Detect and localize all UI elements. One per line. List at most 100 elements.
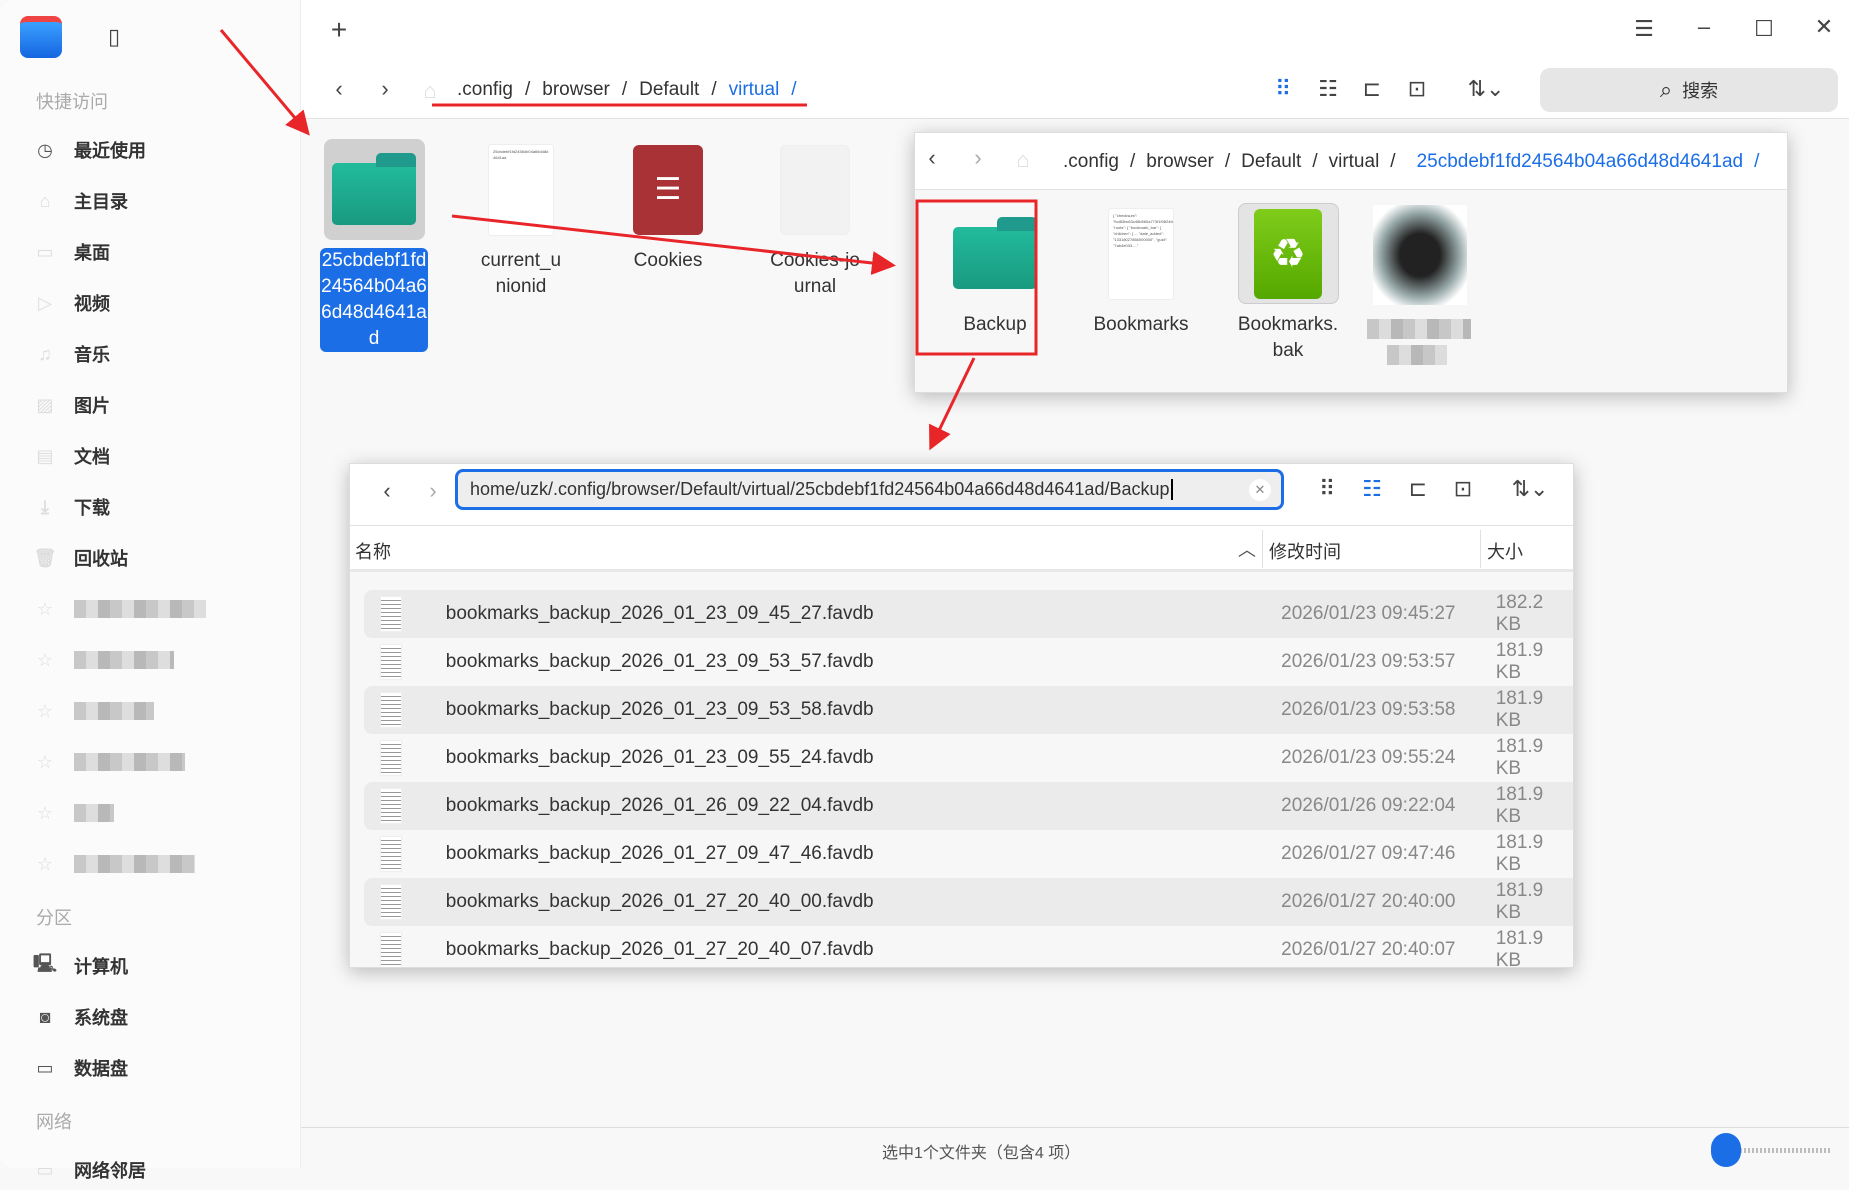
- sidebar-item-downloads[interactable]: ⤓ 下载: [34, 487, 110, 527]
- tree-view-button[interactable]: ⊏: [1403, 476, 1433, 502]
- crumb-config[interactable]: .config: [457, 79, 513, 101]
- grid-item-bookmarks[interactable]: { "checksum": "fcd83bc63c48b560a773f1f08…: [1076, 203, 1206, 338]
- star-icon: ☆: [36, 598, 54, 619]
- grid-item-folder[interactable]: 25cbdebf1fd24564b04a66d48d4641ad: [309, 139, 439, 352]
- crumb-browser[interactable]: browser: [1146, 151, 1214, 173]
- file-row[interactable]: bookmarks_backup_2026_01_27_20_40_07.fav…: [364, 926, 1573, 968]
- sidebar-bookmark[interactable]: ☆: [34, 844, 195, 884]
- sidebar-item-pictures[interactable]: ▨ 图片: [34, 385, 110, 425]
- folder-icon: [945, 203, 1046, 304]
- status-text: 选中1个文件夹（包含4 项）: [882, 1145, 1081, 1162]
- sidebar-toggle-icon[interactable]: ▯: [99, 24, 129, 50]
- file-name: current_unionid: [480, 250, 562, 297]
- file-name: bookmarks_backup_2026_01_23_09_53_58.fav…: [445, 699, 874, 720]
- sort-ascending-icon[interactable]: ︿: [1238, 536, 1256, 562]
- menu-icon[interactable]: ☰: [1629, 16, 1659, 42]
- file-name: bookmarks_backup_2026_01_26_09_22_04.fav…: [445, 795, 874, 816]
- slider-handle[interactable]: [1710, 1133, 1741, 1167]
- list-view-button[interactable]: ☷: [1357, 476, 1387, 502]
- crumb-sep: /: [621, 79, 628, 100]
- sidebar-item-computer[interactable]: 🖳 计算机: [33, 946, 128, 986]
- new-tab-button[interactable]: +: [324, 14, 354, 46]
- sort-button[interactable]: ⇅⌄: [1461, 76, 1511, 102]
- sidebar-item-music[interactable]: ♫ 音乐: [34, 334, 110, 374]
- file-row[interactable]: bookmarks_backup_2026_01_23_09_53_58.fav…: [364, 686, 1573, 734]
- crumb-default[interactable]: Default: [639, 79, 699, 101]
- file-row[interactable]: bookmarks_backup_2026_01_26_09_22_04.fav…: [364, 782, 1573, 830]
- file-size: 181.9 KB: [1495, 688, 1544, 731]
- back-button[interactable]: ‹: [917, 145, 947, 171]
- sidebar-item-documents[interactable]: ▤ 文档: [34, 436, 110, 476]
- home-icon[interactable]: ⌂: [415, 78, 445, 104]
- file-row[interactable]: bookmarks_backup_2026_01_23_09_45_27.fav…: [364, 590, 1573, 638]
- back-button[interactable]: ‹: [324, 76, 354, 102]
- minimize-icon[interactable]: –: [1689, 14, 1719, 40]
- file-icon: [380, 692, 402, 728]
- system-disk-icon: ◙: [39, 1006, 51, 1027]
- file-size: 181.9 KB: [1495, 928, 1544, 968]
- sidebar-item-data-disk[interactable]: ▭ 数据盘: [34, 1048, 128, 1088]
- file-row[interactable]: bookmarks_backup_2026_01_23_09_53_57.fav…: [364, 638, 1573, 686]
- list-view-button[interactable]: ☷: [1313, 76, 1343, 102]
- file-icon: [380, 836, 402, 872]
- forward-button[interactable]: ›: [963, 145, 993, 171]
- sidebar-item-home[interactable]: ⌂ 主目录: [34, 181, 128, 221]
- text-file-icon: 25cbdebf1fd24564b04a66d48d4641ad: [471, 139, 572, 240]
- file-size: 181.9 KB: [1495, 832, 1544, 875]
- icon-view-button[interactable]: ⠿: [1312, 476, 1342, 502]
- sidebar-bookmark[interactable]: ☆: [34, 793, 114, 833]
- crumb-default[interactable]: Default: [1241, 151, 1301, 173]
- preview-button[interactable]: ⊡: [1448, 476, 1478, 502]
- blurred-image-thumbnail[interactable]: [1373, 205, 1467, 305]
- close-icon[interactable]: ✕: [1809, 14, 1839, 40]
- sidebar-item-videos[interactable]: ▷ 视频: [34, 283, 110, 323]
- blurred-label: [74, 651, 174, 669]
- column-size[interactable]: 大小: [1487, 538, 1523, 564]
- crumb-profile[interactable]: 25cbdebf1fd24564b04a66d48d4641ad: [1417, 151, 1744, 173]
- file-row[interactable]: bookmarks_backup_2026_01_23_09_55_24.fav…: [364, 734, 1573, 782]
- file-row[interactable]: bookmarks_backup_2026_01_27_20_40_00.fav…: [364, 878, 1573, 926]
- star-icon: ☆: [36, 751, 54, 772]
- sidebar-item-network-neighborhood[interactable]: ▭ 网络邻居: [34, 1150, 146, 1190]
- video-icon: ▷: [38, 292, 52, 313]
- crumb-config[interactable]: .config: [1063, 151, 1119, 173]
- blurred-label: [1367, 319, 1471, 339]
- sidebar-bookmark[interactable]: ☆: [34, 589, 206, 629]
- forward-button[interactable]: ›: [418, 478, 448, 504]
- sidebar-item-system-disk[interactable]: ◙ 系统盘: [34, 997, 128, 1037]
- crumb-sep: /: [524, 79, 531, 100]
- blurred-label: [74, 600, 206, 618]
- file-row[interactable]: bookmarks_backup_2026_01_27_09_47_46.fav…: [364, 830, 1573, 878]
- column-name[interactable]: 名称: [355, 538, 391, 564]
- icon-view-button[interactable]: ⠿: [1268, 76, 1298, 102]
- crumb-browser[interactable]: browser: [542, 79, 610, 101]
- tree-view-button[interactable]: ⊏: [1357, 76, 1387, 102]
- sort-button[interactable]: ⇅⌄: [1505, 476, 1555, 502]
- sidebar-item-desktop[interactable]: ▭ 桌面: [34, 232, 110, 272]
- clear-icon[interactable]: ✕: [1249, 479, 1271, 501]
- column-modified[interactable]: 修改时间: [1269, 538, 1341, 564]
- grid-item-current-unionid[interactable]: 25cbdebf1fd24564b04a66d48d4641ad current…: [456, 139, 586, 300]
- sidebar-bookmark[interactable]: ☆: [34, 691, 154, 731]
- grid-item-cookies-journal[interactable]: Cookies-journal: [750, 139, 880, 300]
- sidebar-bookmark[interactable]: ☆: [34, 640, 174, 680]
- maximize-icon[interactable]: ☐: [1749, 16, 1779, 42]
- crumb-virtual[interactable]: virtual: [1329, 151, 1380, 173]
- sidebar-item-trash[interactable]: 🗑 回收站: [34, 538, 128, 578]
- address-input[interactable]: home/uzk/.config/browser/Default/virtual…: [455, 469, 1284, 510]
- sidebar-item-label: 音乐: [74, 345, 110, 365]
- search-button[interactable]: ⌕ 搜索: [1540, 68, 1838, 112]
- grid-item-bookmarks-bak[interactable]: ♻ Bookmarks.bak: [1223, 203, 1353, 364]
- forward-button[interactable]: ›: [370, 76, 400, 102]
- home-icon[interactable]: ⌂: [1008, 147, 1038, 173]
- star-icon: ☆: [36, 802, 54, 823]
- back-button[interactable]: ‹: [372, 478, 402, 504]
- blurred-label: [74, 855, 195, 873]
- crumb-virtual[interactable]: virtual: [729, 79, 780, 101]
- grid-item-cookies[interactable]: ☰ Cookies: [603, 139, 733, 274]
- sidebar-item-label: 数据盘: [74, 1059, 128, 1079]
- preview-button[interactable]: ⊡: [1402, 76, 1432, 102]
- grid-item-backup[interactable]: Backup: [930, 203, 1060, 338]
- sidebar-item-recent[interactable]: ◷ 最近使用: [34, 130, 146, 170]
- sidebar-bookmark[interactable]: ☆: [34, 742, 185, 782]
